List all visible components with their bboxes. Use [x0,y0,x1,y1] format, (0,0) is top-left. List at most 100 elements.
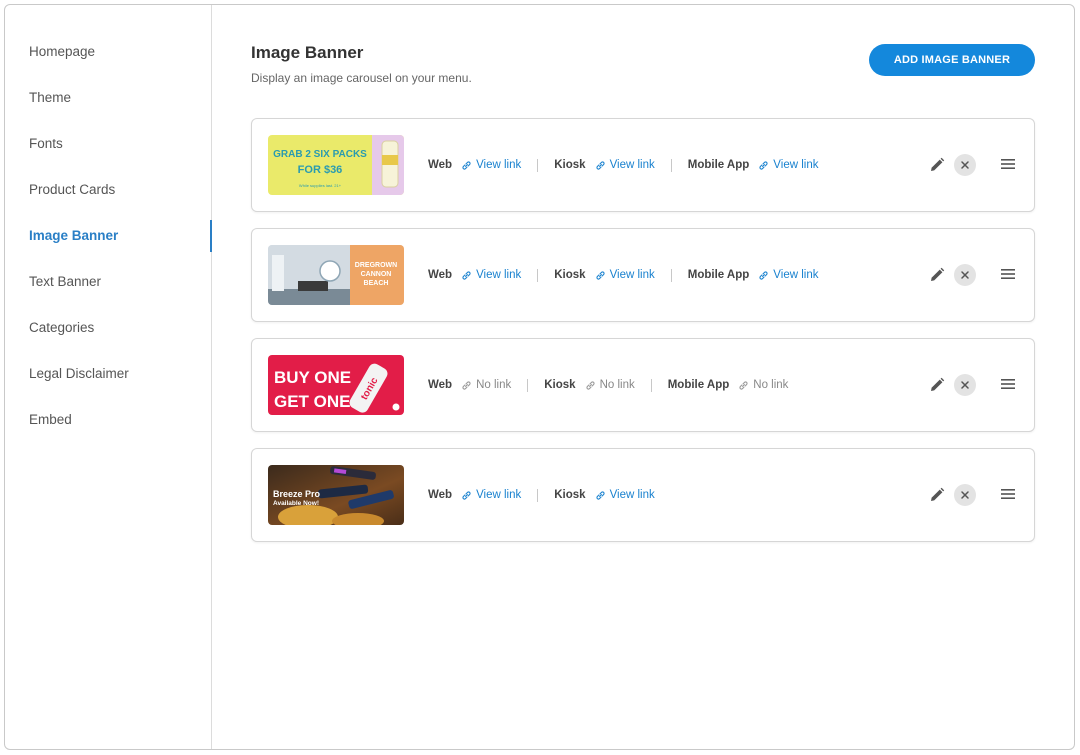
remove-button[interactable] [954,264,976,286]
page-title: Image Banner [251,43,364,62]
link-label: Mobile App [687,269,750,281]
banner-image-text: While supplies last. 21+ [299,183,342,188]
link-label: Mobile App [687,159,750,171]
link-icon [759,270,768,280]
view-link-kiosk[interactable]: View link [595,269,655,281]
link-label: Kiosk [554,269,586,281]
link-group-web: Web View link [428,159,521,171]
view-link-mobile-app[interactable]: View link [758,269,818,281]
banner-thumbnail[interactable]: Breeze Pro Available Now! [268,465,404,525]
remove-button[interactable] [954,154,976,176]
link-group-mobile-app: Mobile App No link [668,379,789,391]
divider [670,158,672,172]
sidebar-item-homepage[interactable]: Homepage [29,44,95,59]
link-text: No link [753,379,789,391]
sidebar-item-product-cards[interactable]: Product Cards [29,182,115,197]
page-subtitle: Display an image carousel on your menu. [251,71,472,85]
sidebar-item-image-banner[interactable]: Image Banner [29,228,118,243]
link-label: Web [428,489,453,501]
main-content: Image Banner Display an image carousel o… [213,5,1074,749]
link-group-kiosk: Kiosk View link [554,159,655,171]
sidebar-item-text-banner[interactable]: Text Banner [29,274,101,289]
link-label: Kiosk [544,379,576,391]
close-icon [961,161,969,169]
sidebar: Homepage Theme Fonts Product Cards Image… [5,5,212,749]
pencil-icon[interactable] [928,376,946,394]
link-group-kiosk: Kiosk View link [554,489,655,501]
link-text: View link [609,269,655,281]
drag-handle-icon[interactable] [1000,267,1016,281]
banner-image-text: GRAB 2 SIX PACKS [273,149,367,160]
link-icon [462,160,471,170]
link-group-web: Web View link [428,489,521,501]
sidebar-item-legal-disclaimer[interactable]: Legal Disclaimer [29,366,129,381]
drag-handle-icon[interactable] [1000,487,1016,501]
no-link-mobile-app: No link [738,379,788,391]
banner-image-text: DREGROWN [355,262,397,269]
link-icon [585,380,595,390]
link-label: Web [428,269,453,281]
banner-thumbnail[interactable]: BUY ONE GET ONE tonic [268,355,404,415]
link-icon [739,380,748,390]
link-label: Mobile App [667,379,730,391]
remove-button[interactable] [954,374,976,396]
banner-links: Web View link Kiosk View link Mobile App… [428,119,818,211]
close-icon [961,381,969,389]
close-icon [961,271,969,279]
link-text: No link [476,379,512,391]
pencil-icon[interactable] [928,486,946,504]
link-label: Web [428,159,453,171]
drag-handle-icon[interactable] [1000,377,1016,391]
view-link-mobile-app[interactable]: View link [758,159,818,171]
link-group-mobile-app: Mobile App View link [688,159,819,171]
sidebar-item-theme[interactable]: Theme [29,90,71,105]
link-text: View link [773,269,819,281]
view-link-web[interactable]: View link [461,159,521,171]
pencil-icon[interactable] [928,266,946,284]
link-text: View link [476,159,522,171]
link-text: View link [609,159,655,171]
close-icon [961,491,969,499]
divider [527,378,529,392]
link-group-web: Web No link [428,379,511,391]
link-group-kiosk: Kiosk View link [554,269,655,281]
banner-card: BUY ONE GET ONE tonic Web No link Kiosk … [251,338,1035,432]
link-icon [462,380,471,390]
link-text: View link [609,489,655,501]
banner-links: Web No link Kiosk No link Mobile App No … [428,339,788,431]
banner-image-text: Breeze Pro [273,489,321,499]
link-text: View link [476,489,522,501]
banner-thumbnail[interactable]: GRAB 2 SIX PACKS FOR $36 While supplies … [268,135,404,195]
pencil-icon[interactable] [928,156,946,174]
add-image-banner-button[interactable]: ADD IMAGE BANNER [869,44,1035,76]
view-link-kiosk[interactable]: View link [595,489,655,501]
divider [537,158,539,172]
divider [670,268,672,282]
link-icon [595,270,605,280]
divider [537,488,539,502]
remove-button[interactable] [954,484,976,506]
link-icon [759,160,768,170]
banner-links: Web View link Kiosk View link Mobile App… [428,229,818,321]
sidebar-item-fonts[interactable]: Fonts [29,136,63,151]
app-window: Homepage Theme Fonts Product Cards Image… [4,4,1075,750]
banner-image-text: FOR $36 [298,164,343,176]
link-group-web: Web View link [428,269,521,281]
sidebar-item-categories[interactable]: Categories [29,320,94,335]
sidebar-item-embed[interactable]: Embed [29,412,72,427]
link-label: Kiosk [554,489,586,501]
active-nav-indicator [210,220,212,252]
banner-image-text: BUY ONE [274,368,351,387]
view-link-web[interactable]: View link [461,489,521,501]
banner-card: DREGROWN CANNON BEACH Web View link Kios… [251,228,1035,322]
link-icon [595,160,605,170]
view-link-kiosk[interactable]: View link [595,159,655,171]
banner-thumbnail[interactable]: DREGROWN CANNON BEACH [268,245,404,305]
banner-image-text: BEACH [364,280,389,287]
view-link-web[interactable]: View link [461,269,521,281]
no-link-kiosk: No link [585,379,635,391]
banner-image-text: GET ONE [274,392,351,411]
banner-card: GRAB 2 SIX PACKS FOR $36 While supplies … [251,118,1035,212]
drag-handle-icon[interactable] [1000,157,1016,171]
link-group-mobile-app: Mobile App View link [688,269,819,281]
